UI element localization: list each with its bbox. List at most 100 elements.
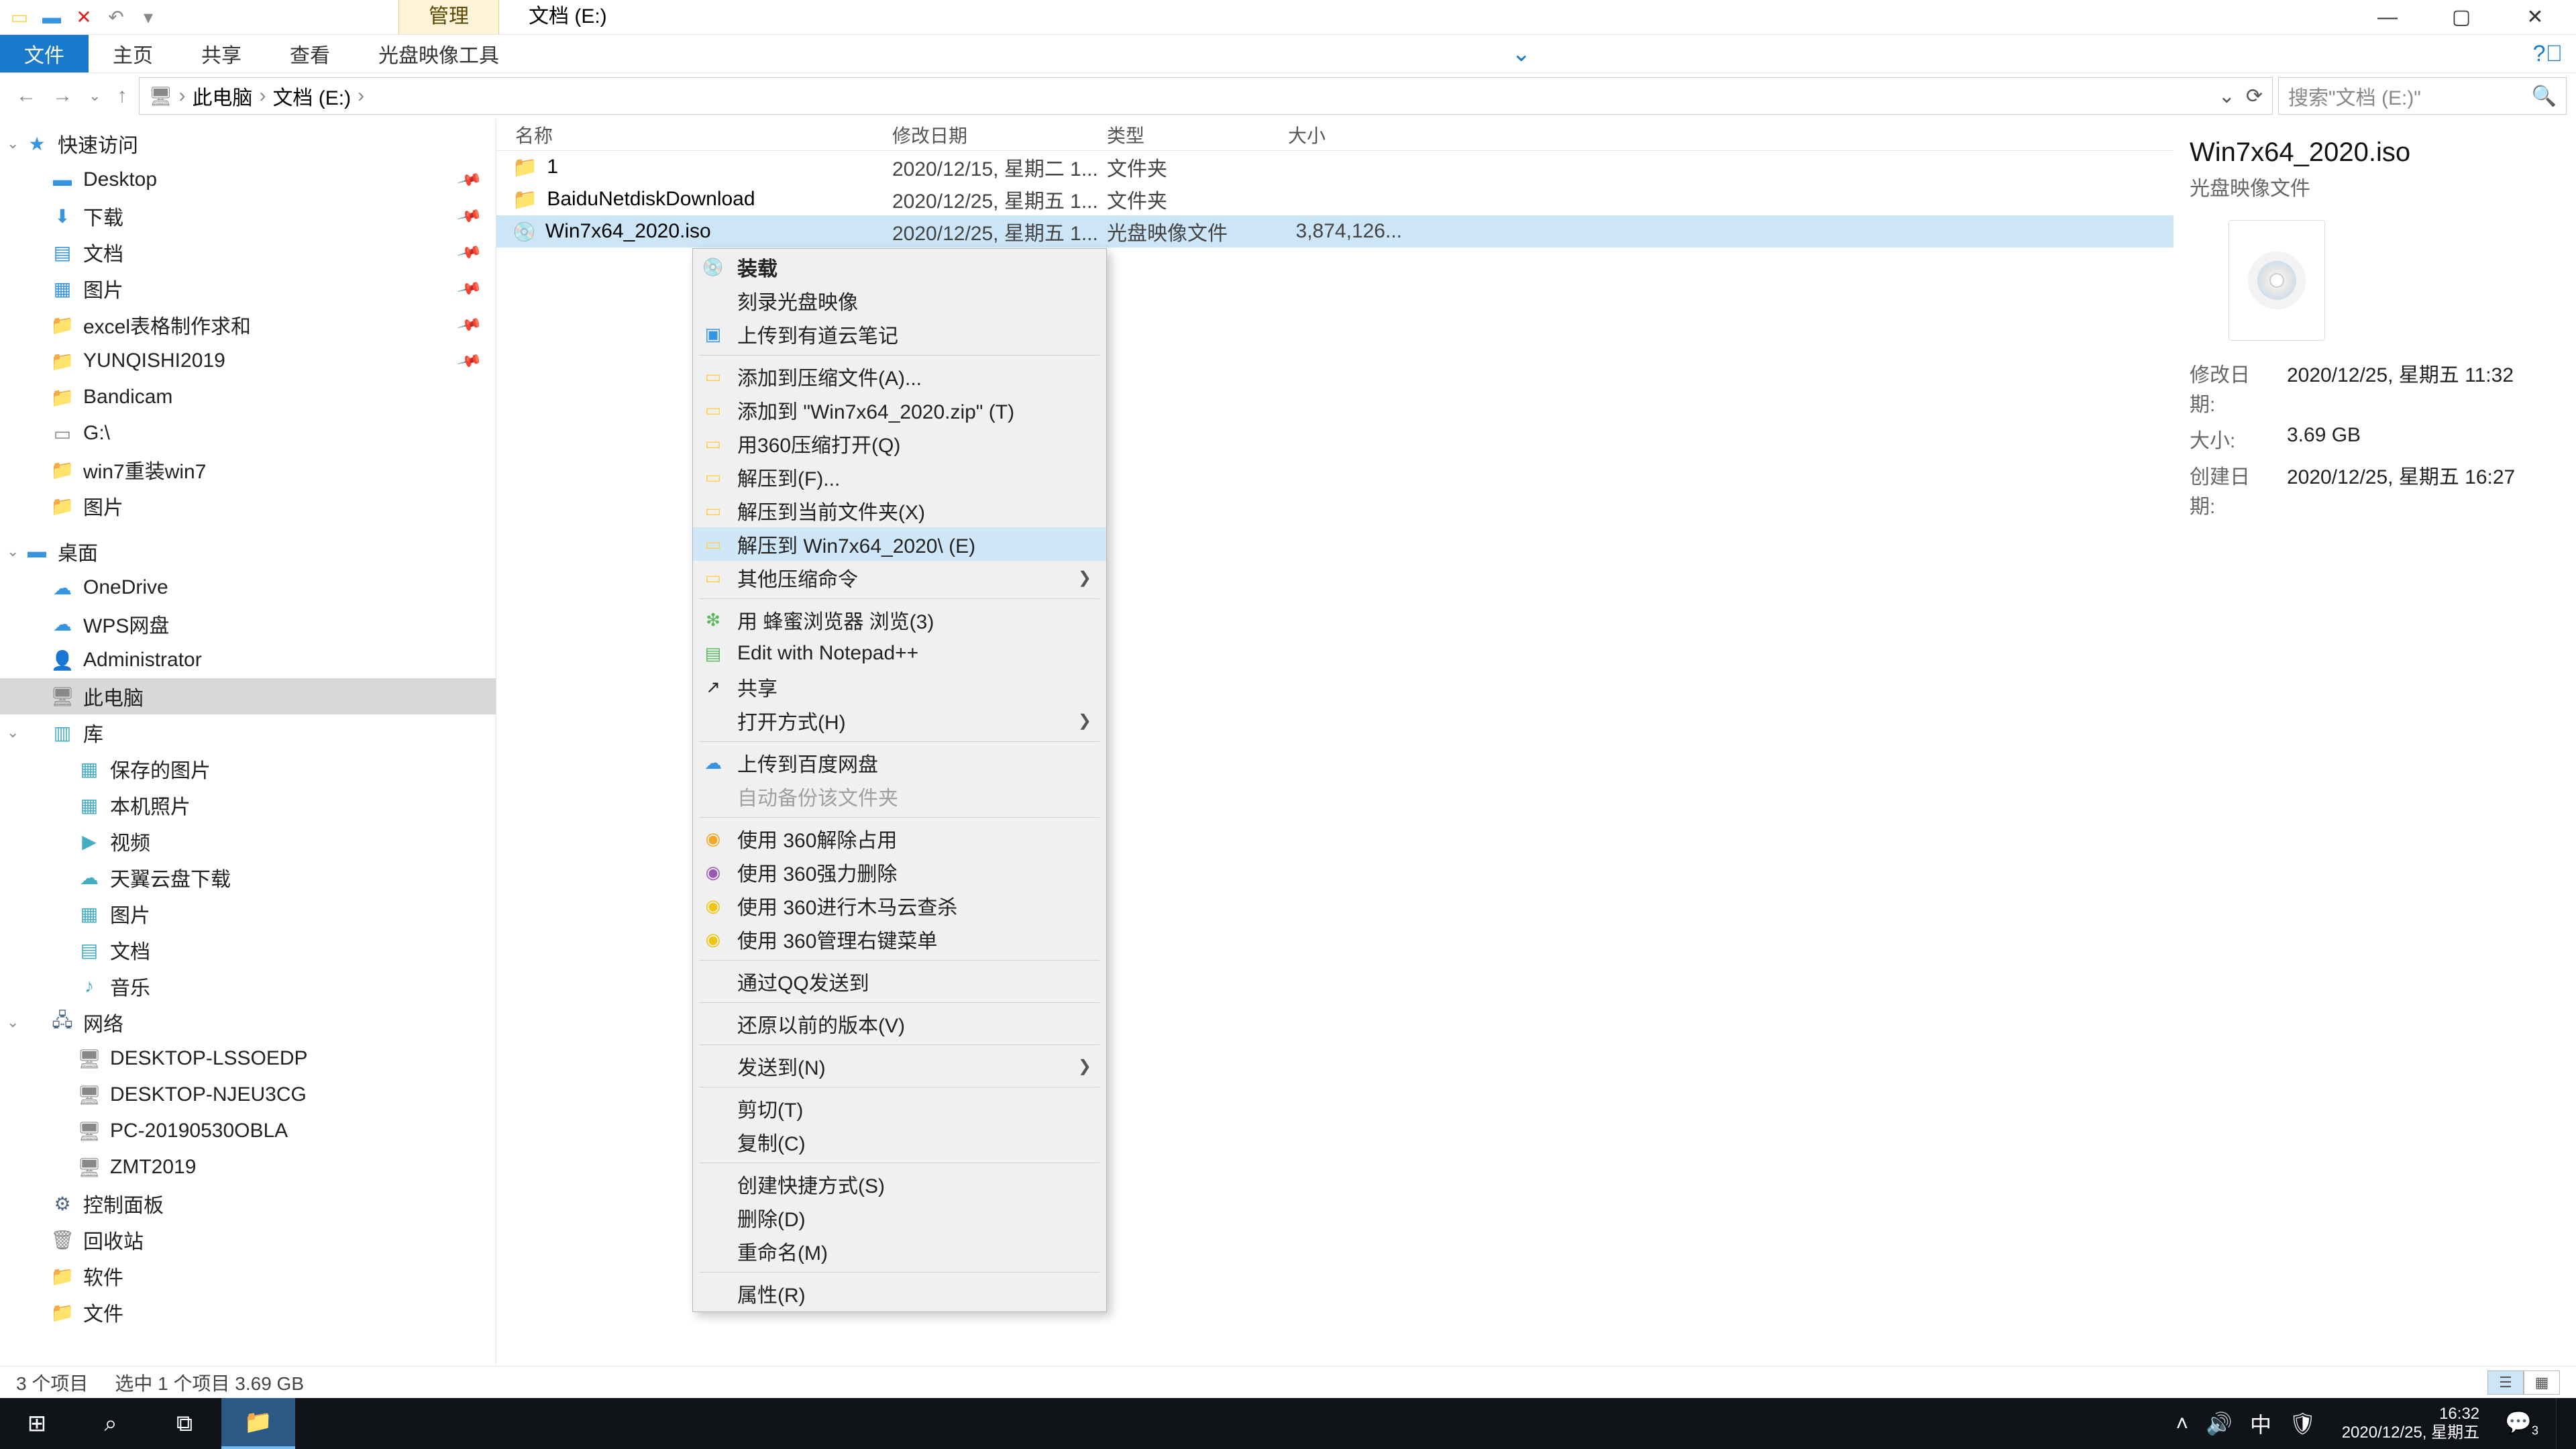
maximize-button[interactable]: ▢ <box>2424 0 2498 35</box>
nav-item-downloads[interactable]: ⬇下载📌 <box>0 198 496 234</box>
ctx-delete[interactable]: 删除(D) <box>693 1201 1106 1234</box>
nav-item-network[interactable]: ⌄🖧网络 <box>0 1004 496 1040</box>
nav-item-onedrive[interactable]: ☁OneDrive <box>0 570 496 606</box>
nav-item-library[interactable]: ▤文档 <box>0 932 496 968</box>
ctx-burn[interactable]: 刻录光盘映像 <box>693 284 1106 317</box>
nav-item-folder[interactable]: 📁图片 <box>0 488 496 524</box>
tab-file[interactable]: 文件 <box>0 35 89 72</box>
nav-item-library[interactable]: ♪音乐 <box>0 968 496 1004</box>
contextual-tab[interactable]: 管理 <box>398 0 499 34</box>
nav-item-control-panel[interactable]: ⚙控制面板 <box>0 1185 496 1222</box>
file-row[interactable]: 📁BaiduNetdiskDownload 2020/12/25, 星期五 1.… <box>496 183 2174 215</box>
nav-desktop-group[interactable]: ⌄▬桌面 <box>0 533 496 570</box>
nav-quick-access[interactable]: ⌄ ★ 快速访问 <box>0 125 496 162</box>
nav-item-folder[interactable]: 📁Bandicam <box>0 379 496 415</box>
ctx-properties[interactable]: 属性(R) <box>693 1277 1106 1310</box>
taskbar-clock[interactable]: 16:32 2020/12/25, 星期五 <box>2334 1405 2487 1442</box>
nav-item-folder[interactable]: 📁win7重装win7 <box>0 451 496 488</box>
nav-item-pictures[interactable]: ▦图片📌 <box>0 270 496 307</box>
delete-icon[interactable]: ✕ <box>74 7 94 28</box>
nav-forward-icon[interactable]: → <box>52 85 72 107</box>
nav-item-library[interactable]: ▦本机照片 <box>0 787 496 823</box>
breadcrumb[interactable]: 此电脑 <box>192 81 252 111</box>
address-bar[interactable]: 🖥 › 此电脑 › 文档 (E:) › ⌄ ⟳ <box>139 77 2273 115</box>
view-icons-button[interactable]: ▦ <box>2524 1371 2560 1395</box>
ctx-360-unlock[interactable]: ◉使用 360解除占用 <box>693 822 1106 855</box>
nav-item-wps[interactable]: ☁WPS网盘 <box>0 606 496 642</box>
ctx-share[interactable]: ↗共享 <box>693 670 1106 704</box>
tab-view[interactable]: 查看 <box>266 35 354 72</box>
ctx-youdao[interactable]: ▣上传到有道云笔记 <box>693 317 1106 351</box>
start-button[interactable]: ⊞ <box>0 1398 74 1449</box>
refresh-icon[interactable]: ⟳ <box>2246 85 2263 108</box>
ctx-open-360zip[interactable]: ▭用360压缩打开(Q) <box>693 427 1106 460</box>
nav-item-documents[interactable]: ▤文档📌 <box>0 234 496 270</box>
chevron-right-icon[interactable]: › <box>176 85 188 107</box>
column-header-type[interactable]: 类型 <box>1107 121 1288 148</box>
search-input[interactable]: 搜索"文档 (E:)" 🔍 <box>2278 77 2567 115</box>
column-header-date[interactable]: 修改日期 <box>892 121 1107 148</box>
ctx-baidu[interactable]: ☁上传到百度网盘 <box>693 746 1106 780</box>
ctx-notepadpp[interactable]: ▤Edit with Notepad++ <box>693 637 1106 670</box>
nav-item-network-pc[interactable]: 🖥PC-20190530OBLA <box>0 1113 496 1149</box>
ctx-qq-send[interactable]: 通过QQ发送到 <box>693 965 1106 998</box>
ctx-send-to[interactable]: 发送到(N)❯ <box>693 1049 1106 1083</box>
volume-icon[interactable]: 🔊 <box>2206 1411 2233 1436</box>
chevron-down-icon[interactable]: ⌄ <box>2218 85 2235 108</box>
ctx-other-zip[interactable]: ▭其他压缩命令❯ <box>693 561 1106 594</box>
chevron-down-icon[interactable]: ⌄ <box>7 543 19 560</box>
ctx-mount[interactable]: 💿装载 <box>693 250 1106 284</box>
ctx-restore-versions[interactable]: 还原以前的版本(V) <box>693 1007 1106 1040</box>
column-header-size[interactable]: 大小 <box>1288 121 1409 148</box>
chevron-right-icon[interactable]: › <box>256 85 268 107</box>
ctx-360-scan[interactable]: ◉使用 360进行木马云查杀 <box>693 889 1106 922</box>
chevron-down-icon[interactable]: ⌄ <box>7 724 19 741</box>
nav-back-icon[interactable]: ← <box>16 85 36 107</box>
minimize-button[interactable]: — <box>2351 0 2424 35</box>
ime-indicator[interactable]: 中 <box>2250 1408 2271 1439</box>
tab-home[interactable]: 主页 <box>89 35 177 72</box>
show-desktop-button[interactable] <box>2556 1398 2565 1449</box>
chevron-down-icon[interactable]: ⌄ <box>7 1014 19 1031</box>
ctx-extract-to[interactable]: ▭解压到(F)... <box>693 460 1106 494</box>
tab-disc-tools[interactable]: 光盘映像工具 <box>354 35 523 72</box>
nav-item-this-pc[interactable]: 🖥此电脑 <box>0 678 496 714</box>
nav-item-library[interactable]: ▶视频 <box>0 823 496 859</box>
nav-item-drive[interactable]: ▭G:\ <box>0 415 496 451</box>
column-header-name[interactable]: 名称 <box>496 121 892 148</box>
ctx-create-shortcut[interactable]: 创建快捷方式(S) <box>693 1167 1106 1201</box>
nav-item-network-pc[interactable]: 🖥DESKTOP-NJEU3CG <box>0 1077 496 1113</box>
nav-item-folder[interactable]: 📁excel表格制作求和📌 <box>0 307 496 343</box>
nav-item-libraries[interactable]: ⌄▥库 <box>0 714 496 751</box>
ribbon-expand-icon[interactable]: ⌄ <box>1499 35 1545 72</box>
nav-history-icon[interactable]: ⌄ <box>89 87 101 105</box>
breadcrumb[interactable]: 文档 (E:) <box>272 81 351 111</box>
nav-item-library[interactable]: ☁天翼云盘下载 <box>0 859 496 896</box>
nav-item-network-pc[interactable]: 🖥ZMT2019 <box>0 1149 496 1185</box>
nav-item-user[interactable]: 👤Administrator <box>0 642 496 678</box>
tab-share[interactable]: 共享 <box>177 35 266 72</box>
tray-overflow-icon[interactable]: ˄ <box>2176 1411 2189 1436</box>
ctx-extract-folder[interactable]: ▭解压到 Win7x64_2020\ (E) <box>693 527 1106 561</box>
ctx-open-with[interactable]: 打开方式(H)❯ <box>693 704 1106 737</box>
ctx-extract-here[interactable]: ▭解压到当前文件夹(X) <box>693 494 1106 527</box>
file-row[interactable]: 📁1 2020/12/15, 星期二 1... 文件夹 <box>496 151 2174 183</box>
ctx-360-delete[interactable]: ◉使用 360强力删除 <box>693 855 1106 889</box>
chevron-right-icon[interactable]: › <box>355 85 367 107</box>
ctx-cut[interactable]: 剪切(T) <box>693 1091 1106 1125</box>
security-icon[interactable]: 🛡 <box>2289 1411 2316 1436</box>
nav-item-folder[interactable]: 📁YUNQISHI2019📌 <box>0 343 496 379</box>
task-view-button[interactable]: ⧉ <box>148 1398 221 1449</box>
help-icon[interactable]: ?⃝ <box>2520 35 2576 72</box>
properties-icon[interactable]: ▬ <box>42 7 62 28</box>
nav-item-library[interactable]: ▦保存的图片 <box>0 751 496 787</box>
qat-dropdown-icon[interactable]: ▾ <box>138 7 158 28</box>
ctx-add-archive[interactable]: ▭添加到压缩文件(A)... <box>693 360 1106 393</box>
chevron-down-icon[interactable]: ⌄ <box>7 135 19 152</box>
explorer-taskbar-button[interactable]: 📁 <box>221 1398 295 1449</box>
action-center-icon[interactable]: 💬3 <box>2505 1409 2538 1438</box>
nav-item-library[interactable]: ▦图片 <box>0 896 496 932</box>
nav-item-folder[interactable]: 📁文件 <box>0 1294 496 1330</box>
nav-item-folder[interactable]: 📁软件 <box>0 1258 496 1294</box>
undo-icon[interactable]: ↶ <box>106 7 126 28</box>
